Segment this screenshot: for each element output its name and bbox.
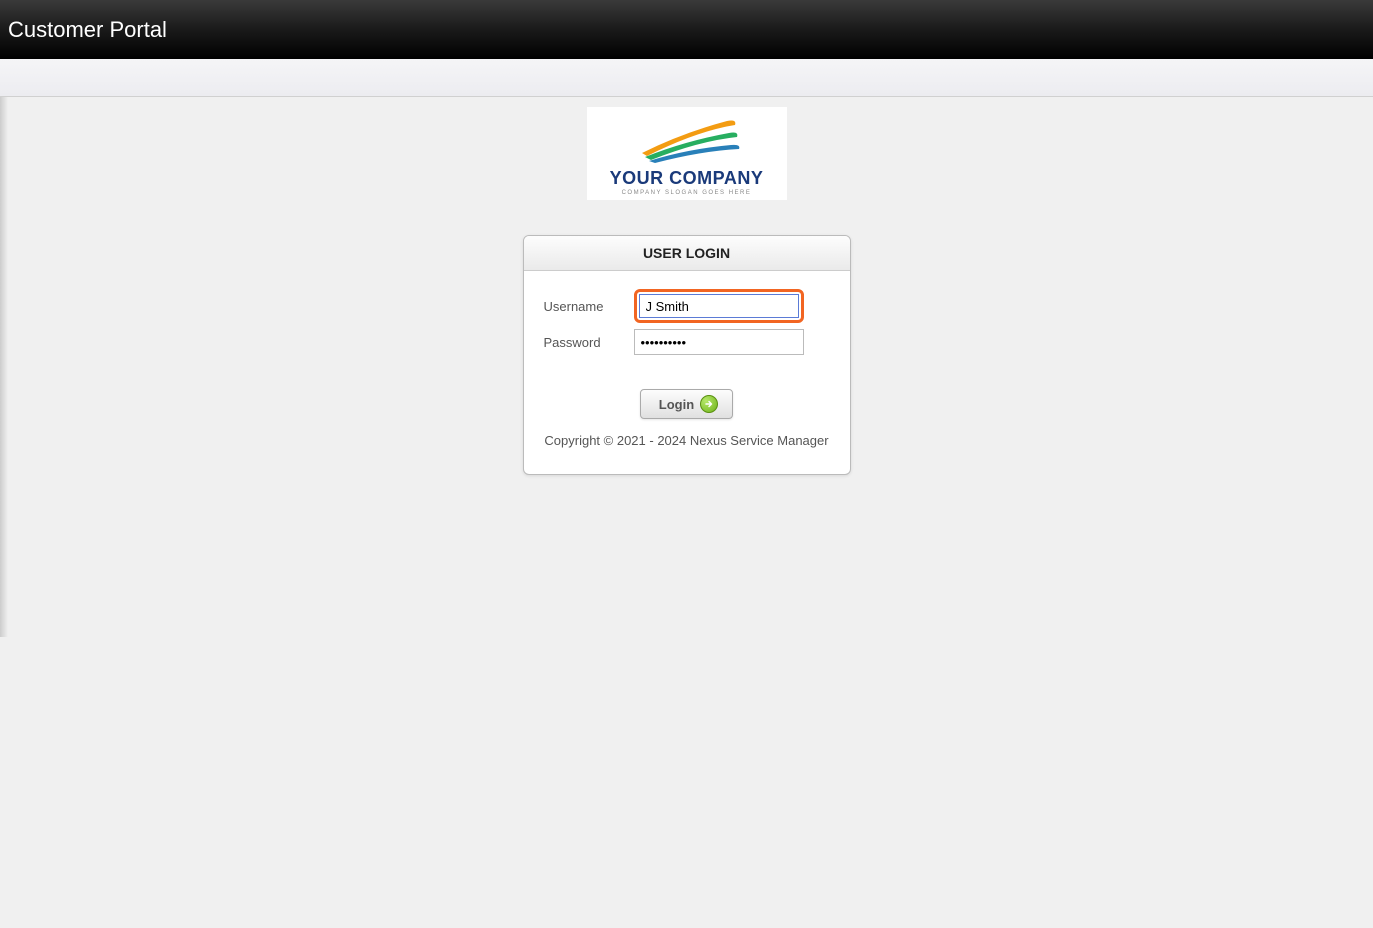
company-logo: YOUR COMPANY COMPANY SLOGAN GOES HERE [587,107,787,200]
password-row: Password [544,329,830,355]
login-button-label: Login [659,397,694,412]
password-input[interactable] [634,329,804,355]
content-area: YOUR COMPANY COMPANY SLOGAN GOES HERE US… [0,97,1373,475]
login-button[interactable]: Login [640,389,733,419]
password-label: Password [544,335,634,350]
sub-header-bar [0,59,1373,97]
username-input[interactable] [639,294,799,318]
header-bar: Customer Portal [0,0,1373,59]
login-panel-body: Username Password Login [524,271,850,474]
logo-company-name: YOUR COMPANY [610,168,764,189]
copyright-text: Copyright © 2021 - 2024 Nexus Service Ma… [544,429,830,462]
username-label: Username [544,299,634,314]
logo-swoosh-icon [627,111,747,166]
username-row: Username [544,289,830,323]
username-highlight [634,289,804,323]
login-button-row: Login [544,361,830,429]
login-panel: USER LOGIN Username Password Login [523,235,851,475]
page-title: Customer Portal [8,17,167,43]
login-panel-title: USER LOGIN [524,236,850,271]
left-shadow-decoration [0,97,8,637]
arrow-right-circle-icon [700,395,718,413]
logo-tagline: COMPANY SLOGAN GOES HERE [622,190,752,196]
